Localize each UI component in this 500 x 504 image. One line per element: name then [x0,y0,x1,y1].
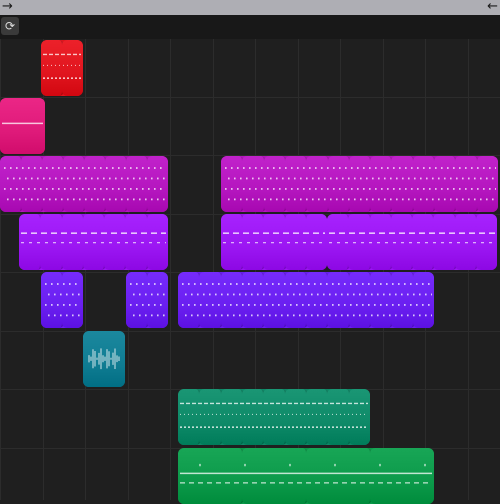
track-5-violet-clip[interactable] [178,272,434,328]
clip-pattern [4,167,165,201]
track-3-magenta-clip[interactable] [0,156,168,212]
clip-content [329,218,495,266]
clip-content [180,452,432,500]
track-4-purple-clip[interactable] [327,214,497,270]
track-5-violet-clip[interactable] [41,272,83,328]
clip-content [2,102,43,150]
clip-content [223,218,325,266]
clip-pattern [223,232,325,244]
clip-pattern [329,232,495,244]
clip-content [43,276,81,324]
track-3-magenta-clip[interactable] [221,156,498,212]
clip-content [21,218,166,266]
track-6-teal-clip[interactable] [83,331,125,387]
clip-pattern [43,53,81,80]
title-bar: → ← [0,0,500,15]
loop-button[interactable]: ⟳ [1,17,19,35]
clip-content [43,44,81,92]
track-4-purple-clip[interactable] [19,214,168,270]
toolbar [0,15,500,39]
clip-pattern [182,283,433,317]
track-8-green-clip[interactable] [178,448,434,504]
clip-content [2,160,166,208]
track-4-purple-clip[interactable] [221,214,327,270]
clip-content [180,393,368,441]
arrow-right-icon[interactable]: → [2,0,13,15]
clip-pattern [21,232,166,244]
track-2-pink-clip[interactable] [0,98,45,154]
clip-pattern [180,463,432,484]
arrangement-view[interactable] [0,39,500,504]
loop-icon: ⟳ [4,19,16,33]
clip-content [85,335,123,383]
clip-pattern [180,402,368,429]
track-7-green-teal-clip[interactable] [178,389,370,445]
clip-pattern [225,167,497,201]
clip-pattern [130,283,165,317]
track-5-violet-clip[interactable] [126,272,168,328]
arrow-left-icon[interactable]: ← [487,0,498,15]
clip-content [223,160,497,208]
clip-content [180,276,433,324]
clip-content [128,276,166,324]
clip-pattern [88,348,120,370]
clip-pattern [45,283,80,317]
clip-pattern [2,122,43,125]
track-1-red-clip[interactable] [41,40,83,96]
